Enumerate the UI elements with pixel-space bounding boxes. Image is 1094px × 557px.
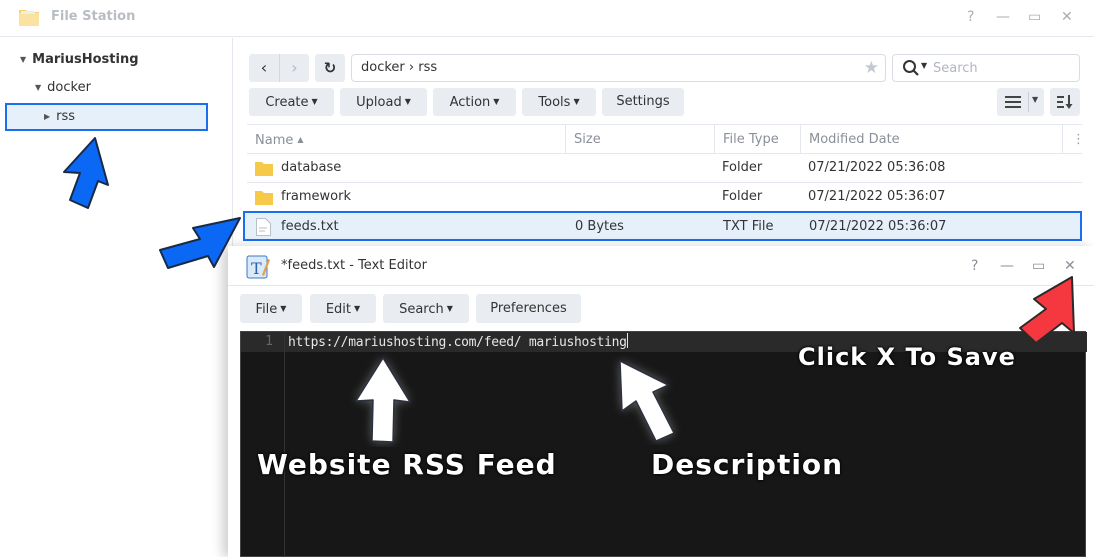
column-header-modified[interactable]: Modified Date xyxy=(801,125,900,154)
file-size: 0 Bytes xyxy=(575,219,624,234)
list-view-icon xyxy=(1005,96,1021,108)
file-name: feeds.txt xyxy=(281,219,339,234)
window-title: File Station xyxy=(51,9,136,24)
caret-down-icon: ▼ xyxy=(446,304,453,313)
caret-down-icon: ▼ xyxy=(311,97,318,106)
file-type: Folder xyxy=(722,160,763,175)
annotation-click-x-to-save: Click X To Save xyxy=(798,343,1016,371)
annotation-description: Description xyxy=(651,448,844,481)
create-button[interactable]: Create ▼ xyxy=(249,88,334,116)
column-options-icon[interactable]: ⋮ xyxy=(1064,125,1085,154)
caret-down-icon[interactable]: ▼ xyxy=(35,76,41,100)
sort-button[interactable] xyxy=(1050,88,1080,116)
text-editor-titlebar: T *feeds.txt - Text Editor ? — ▭ ✕ xyxy=(228,246,1094,286)
file-modified: 07/21/2022 05:36:07 xyxy=(809,219,947,234)
tools-button[interactable]: Tools ▼ xyxy=(522,88,596,116)
tree-item-docker[interactable]: ▼ docker xyxy=(35,76,91,100)
file-type: TXT File xyxy=(723,219,774,234)
column-header-name[interactable]: Name ▲ xyxy=(247,125,304,154)
folder-icon xyxy=(255,162,273,176)
column-divider xyxy=(1062,125,1063,154)
path-bar[interactable]: docker › rss ★ xyxy=(351,54,886,82)
white-arrow-icon xyxy=(355,357,411,443)
forward-button[interactable]: › xyxy=(279,54,309,82)
search-menu-button[interactable]: Search ▼ xyxy=(383,294,469,323)
file-row[interactable]: framework Folder 07/21/2022 05:36:07 xyxy=(247,183,1082,212)
refresh-button[interactable]: ↻ xyxy=(315,54,345,82)
file-row-selected[interactable]: feeds.txt 0 Bytes TXT File 07/21/2022 05… xyxy=(243,211,1082,241)
view-mode-button[interactable]: ▼ xyxy=(997,88,1044,116)
upload-button[interactable]: Upload ▼ xyxy=(340,88,427,116)
search-dropdown-icon[interactable]: ▼ xyxy=(921,61,927,70)
path-text: docker › rss xyxy=(361,60,438,75)
settings-button[interactable]: Settings xyxy=(602,88,684,116)
back-button[interactable]: ‹ xyxy=(249,54,279,82)
minimize-icon[interactable]: — xyxy=(1000,258,1014,274)
caret-right-icon[interactable]: ▶ xyxy=(44,105,50,129)
caret-down-icon: ▼ xyxy=(573,97,580,106)
minimize-icon[interactable]: — xyxy=(996,9,1010,25)
file-type: Folder xyxy=(722,189,763,204)
folder-tree: ▼ MariusHosting ▼ docker ▶ rss xyxy=(0,38,233,557)
nav-buttons: ‹ › xyxy=(249,54,309,82)
file-list-header: Name ▲ Size File Type Modified Date ⋮ xyxy=(247,124,1085,154)
line-gutter: 1 xyxy=(241,332,285,557)
line-number: 1 xyxy=(265,334,273,349)
column-header-size[interactable]: Size xyxy=(566,125,601,154)
white-arrow-icon xyxy=(619,360,675,442)
sort-icon xyxy=(1057,95,1073,109)
search-placeholder: Search xyxy=(933,61,978,76)
caret-down-icon: ▼ xyxy=(493,97,500,106)
tree-item-rss[interactable]: ▶ rss xyxy=(5,103,208,131)
maximize-icon[interactable]: ▭ xyxy=(1028,9,1041,25)
file-modified: 07/21/2022 05:36:08 xyxy=(808,160,946,175)
folder-icon xyxy=(255,191,273,205)
annotation-website-rss-feed: Website RSS Feed xyxy=(257,448,557,481)
file-station-folder-icon xyxy=(19,10,39,26)
favorite-star-icon[interactable]: ★ xyxy=(864,55,879,81)
action-button[interactable]: Action ▼ xyxy=(433,88,516,116)
caret-down-icon: ▼ xyxy=(354,304,361,313)
search-input[interactable]: ▼ Search xyxy=(892,54,1080,82)
divider xyxy=(1028,92,1029,112)
file-name: database xyxy=(281,160,342,175)
file-modified: 07/21/2022 05:36:07 xyxy=(808,189,946,204)
sort-ascending-icon: ▲ xyxy=(297,135,304,144)
file-row[interactable]: database Folder 07/21/2022 05:36:08 xyxy=(247,154,1082,183)
text-editor-title: *feeds.txt - Text Editor xyxy=(281,258,427,273)
tree-item-mariushosting[interactable]: ▼ MariusHosting xyxy=(20,48,139,72)
text-cursor xyxy=(626,333,628,348)
caret-down-icon: ▼ xyxy=(404,97,411,106)
close-icon[interactable]: ✕ xyxy=(1064,258,1076,274)
maximize-icon[interactable]: ▭ xyxy=(1032,258,1045,274)
column-header-type[interactable]: File Type xyxy=(715,125,779,154)
blue-arrow-icon xyxy=(159,217,241,269)
code-line[interactable]: https://mariushosting.com/feed/ mariusho… xyxy=(288,333,628,352)
file-name: framework xyxy=(281,189,352,204)
search-icon xyxy=(903,60,919,76)
caret-down-icon: ▼ xyxy=(280,304,287,313)
view-dropdown-icon[interactable]: ▼ xyxy=(1032,95,1038,104)
screen: File Station ? — ▭ ✕ ▼ MariusHosting ▼ doc… xyxy=(0,0,1094,557)
red-arrow-icon xyxy=(1019,276,1075,344)
blue-arrow-icon xyxy=(63,137,109,209)
caret-down-icon[interactable]: ▼ xyxy=(20,48,26,72)
text-file-icon xyxy=(256,218,271,236)
svg-text:T: T xyxy=(251,259,262,278)
file-station-titlebar: File Station ? — ▭ ✕ xyxy=(0,0,1094,37)
file-menu-button[interactable]: File ▼ xyxy=(240,294,302,323)
preferences-button[interactable]: Preferences xyxy=(476,294,581,323)
text-editor-app-icon: T xyxy=(246,255,270,279)
edit-menu-button[interactable]: Edit ▼ xyxy=(310,294,376,323)
help-icon[interactable]: ? xyxy=(971,258,978,274)
help-icon[interactable]: ? xyxy=(967,9,974,25)
close-icon[interactable]: ✕ xyxy=(1061,9,1073,25)
